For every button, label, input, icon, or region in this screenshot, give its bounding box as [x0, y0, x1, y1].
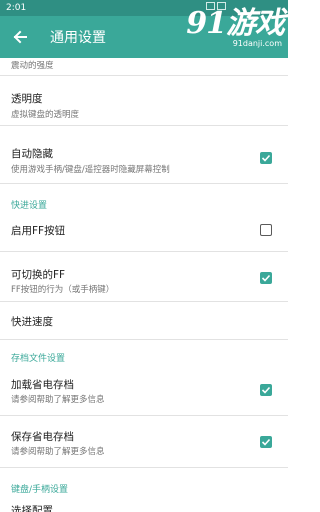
setting-title: 自动隐藏 [11, 148, 53, 160]
setting-transparency[interactable]: 透明度 虚拟键盘的透明度 [0, 76, 288, 126]
setting-save-save[interactable]: 保存省电存档 请参阅帮助了解更多信息 [0, 416, 288, 468]
setting-subtitle: 请参阅帮助了解更多信息 [11, 447, 105, 457]
auto-hide-checkbox[interactable] [260, 152, 272, 164]
setting-ff-speed[interactable]: 快进速度 [0, 302, 288, 340]
setting-subtitle: FF按钮的行为（或手柄键） [11, 285, 115, 295]
toggle-ff-checkbox[interactable] [260, 272, 272, 284]
setting-toggle-ff[interactable]: 可切换的FF FF按钮的行为（或手柄键） [0, 252, 288, 302]
setting-subtitle: 震动的强度 [11, 61, 54, 71]
setting-vibration-strength[interactable]: 震动的强度 [0, 58, 288, 76]
app-bar: 通用设置 [0, 16, 288, 58]
section-fast-forward: 快进设置 [0, 184, 288, 211]
signal-icon [217, 2, 226, 10]
setting-title: 可切换的FF [11, 269, 66, 281]
setting-select-config[interactable]: 选择配置 [0, 498, 288, 512]
setting-title: 加载省电存档 [11, 379, 74, 391]
section-header: 存档文件设置 [11, 354, 66, 364]
save-save-checkbox[interactable] [260, 436, 272, 448]
status-bar: 2:01 [0, 0, 288, 16]
page-title: 通用设置 [50, 30, 106, 46]
setting-subtitle: 使用游戏手柄/键盘/遥控器时隐藏屏幕控制 [11, 165, 170, 175]
status-time: 2:01 [6, 3, 27, 13]
setting-subtitle: 虚拟键盘的透明度 [11, 110, 80, 120]
setting-title: 透明度 [11, 93, 43, 105]
section-keyboard: 键盘/手柄设置 [0, 468, 288, 498]
setting-title: 快进速度 [11, 316, 53, 328]
section-header: 键盘/手柄设置 [11, 485, 69, 495]
setting-load-save[interactable]: 加载省电存档 请参阅帮助了解更多信息 [0, 364, 288, 416]
setting-title: 保存省电存档 [11, 431, 74, 443]
enable-ff-checkbox[interactable] [260, 224, 272, 236]
setting-subtitle: 请参阅帮助了解更多信息 [11, 395, 105, 405]
setting-title: 选择配置 [11, 505, 53, 512]
setting-enable-ff[interactable]: 启用FF按钮 [0, 208, 288, 252]
status-icons [206, 2, 226, 10]
setting-auto-hide[interactable]: 自动隐藏 使用游戏手柄/键盘/遥控器时隐藏屏幕控制 [0, 126, 288, 184]
load-save-checkbox[interactable] [260, 384, 272, 396]
wifi-icon [206, 2, 215, 10]
back-arrow-icon[interactable] [0, 16, 40, 58]
setting-title: 启用FF按钮 [11, 225, 66, 237]
